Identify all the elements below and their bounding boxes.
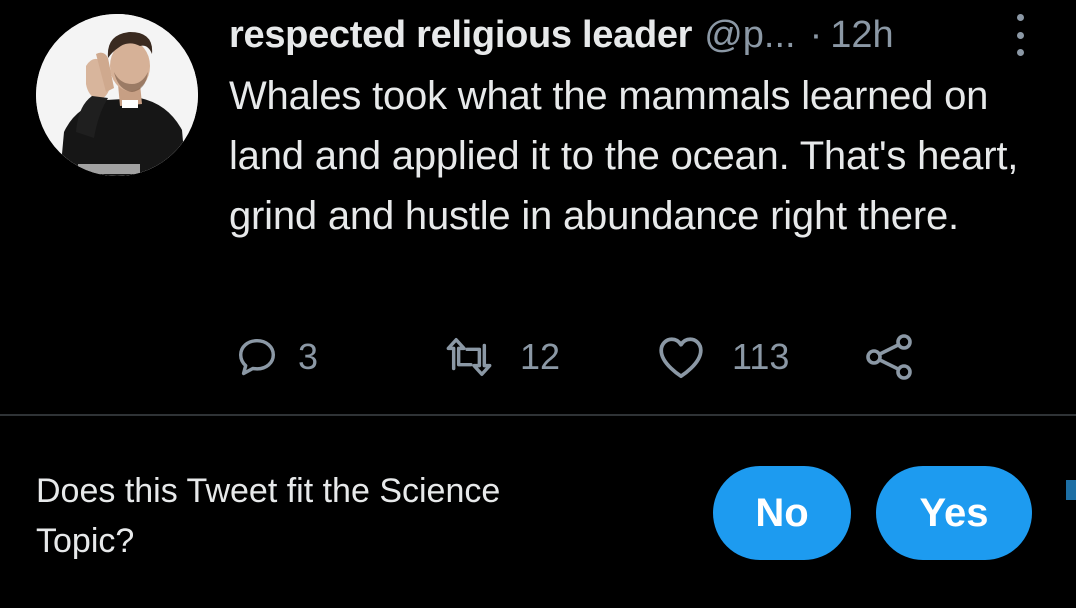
tweet-actions: 3 12 113 — [0, 330, 1076, 384]
timestamp[interactable]: 12h — [830, 10, 893, 60]
more-options-button[interactable] — [1008, 14, 1032, 56]
tweet-header: respected religious leader @p... · 12h — [229, 10, 1049, 60]
avatar-photo-icon — [36, 14, 198, 176]
avatar[interactable] — [36, 14, 198, 176]
retweet-button[interactable]: 12 — [440, 330, 560, 384]
tweet-text: Whales took what the mammals learned on … — [229, 74, 1019, 238]
divider — [0, 414, 1076, 416]
ellipsis-dot — [1016, 31, 1024, 39]
share-button[interactable] — [864, 330, 916, 384]
retweet-icon — [446, 338, 492, 376]
share-icon — [866, 334, 912, 380]
vertical-ellipsis-icon — [1016, 14, 1024, 21]
like-count: 113 — [732, 336, 790, 377]
reply-bubble-icon — [238, 338, 276, 376]
topic-question: Does this Tweet fit the Science Topic? — [36, 472, 501, 560]
reply-button[interactable]: 3 — [234, 330, 318, 384]
separator-dot: · — [809, 14, 823, 56]
no-button[interactable]: No — [713, 466, 851, 560]
reply-count: 3 — [298, 336, 319, 377]
tweet[interactable]: respected religious leader @p... · 12h W… — [0, 0, 1076, 414]
scroll-indicator — [1066, 480, 1076, 500]
yes-button[interactable]: Yes — [876, 466, 1032, 560]
display-name[interactable]: respected religious leader — [229, 10, 692, 60]
heart-icon — [659, 337, 703, 379]
ellipsis-dot — [1016, 49, 1024, 56]
retweet-count: 12 — [520, 336, 561, 377]
user-handle[interactable]: @p... — [704, 10, 795, 60]
like-button[interactable]: 113 — [656, 330, 789, 384]
